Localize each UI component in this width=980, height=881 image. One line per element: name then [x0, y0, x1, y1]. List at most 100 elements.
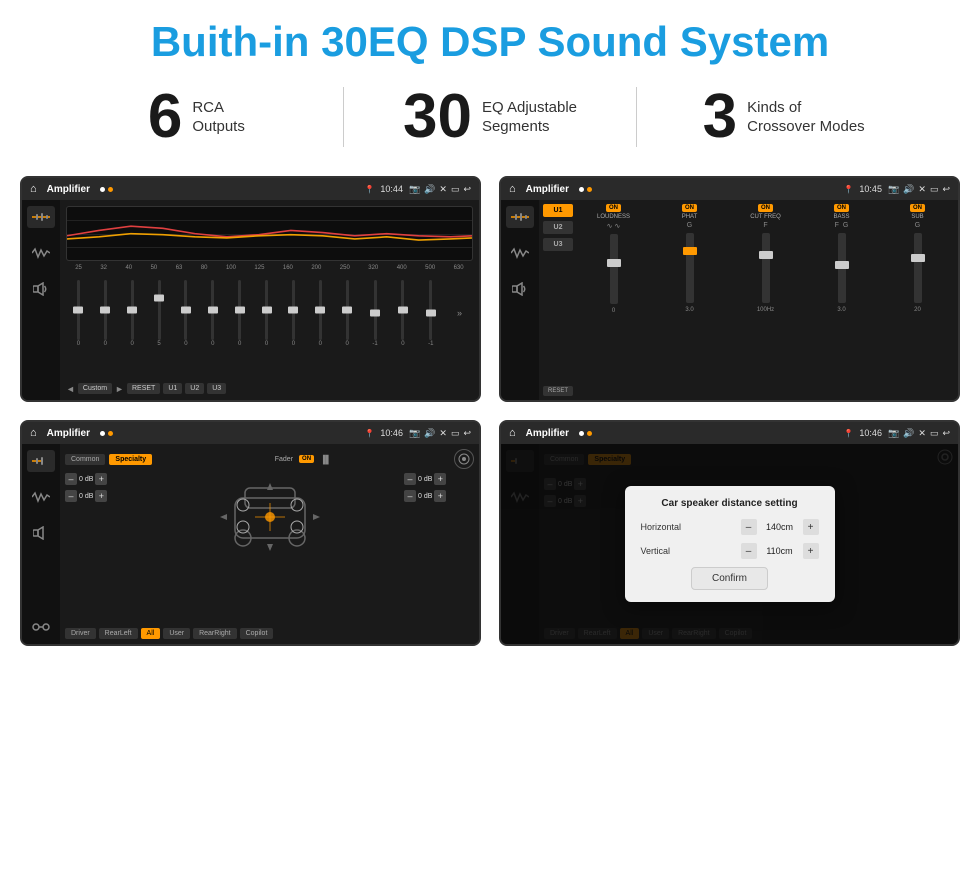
eq-slider-13[interactable]: 0 [401, 273, 404, 353]
amp-topbar-icons: 📷 🔊 ✕ ▭ ↩ [888, 184, 950, 195]
eq-slider-10[interactable]: 0 [319, 273, 322, 353]
dialog-status-dot-2 [587, 431, 592, 436]
fader-location-icon: 📍 [364, 429, 374, 438]
dialog-horizontal-minus[interactable]: – [741, 519, 757, 535]
fader-tab-common[interactable]: Common [65, 454, 105, 465]
amp-cutfreq-label: CUT FREQ [750, 214, 781, 220]
fader-status-dot-2 [108, 431, 113, 436]
fader-plus-2[interactable]: + [95, 490, 107, 502]
eq-slider-1[interactable]: 0 [77, 273, 80, 353]
dialog-topbar-time: 10:46 [859, 428, 882, 438]
eq-u2-btn[interactable]: U2 [185, 383, 204, 394]
eq-next-btn[interactable]: ► [115, 384, 124, 394]
dialog-horizontal-plus[interactable]: + [803, 519, 819, 535]
fader-plus-4[interactable]: + [434, 490, 446, 502]
amp-phat-slider[interactable] [686, 233, 694, 303]
amp-sidebar-wave[interactable] [506, 242, 534, 264]
amp-bass-on[interactable]: ON [834, 204, 849, 212]
eq-slider-9[interactable]: 0 [292, 273, 295, 353]
fader-on-badge: ON [299, 455, 314, 463]
fader-sidebar-speaker[interactable] [27, 522, 55, 544]
fader-camera-icon: 📷 [409, 428, 420, 439]
amp-preset-u1[interactable]: U1 [543, 204, 573, 217]
eq-slider-12[interactable]: -1 [372, 273, 377, 353]
fader-sidebar-balance[interactable] [27, 616, 55, 638]
fader-minus-4[interactable]: – [404, 490, 416, 502]
eq-slider-8[interactable]: 0 [265, 273, 268, 353]
fader-minus-3[interactable]: – [404, 473, 416, 485]
eq-slider-2[interactable]: 0 [104, 273, 107, 353]
eq-custom-btn[interactable]: Custom [78, 383, 112, 394]
eq-u3-btn[interactable]: U3 [207, 383, 226, 394]
eq-u1-btn[interactable]: U1 [163, 383, 182, 394]
amp-loudness-on[interactable]: ON [606, 204, 621, 212]
fader-btn-copilot[interactable]: Copilot [240, 628, 274, 639]
fader-btn-user[interactable]: User [163, 628, 190, 639]
eq-reset-btn[interactable]: RESET [127, 383, 160, 394]
stat-rca-text: RCA Outputs [192, 98, 245, 137]
stat-eq-text: EQ Adjustable Segments [482, 98, 577, 137]
dialog-vertical-label: Vertical [641, 546, 701, 556]
amp-cutfreq-slider[interactable] [762, 233, 770, 303]
dialog-home-icon: ⌂ [509, 427, 516, 439]
fader-btn-rearright[interactable]: RearRight [193, 628, 237, 639]
fader-minus-1[interactable]: – [65, 473, 77, 485]
stat-crossover-number: 3 [703, 86, 737, 148]
amp-sub-slider[interactable] [914, 233, 922, 303]
fader-db-value-1: 0 dB [79, 476, 93, 483]
amp-preset-u3[interactable]: U3 [543, 238, 573, 251]
amp-main: U1 U2 U3 RESET ON LOUDNESS ∿∿ [539, 200, 958, 400]
amp-phat-label: PHAT [682, 214, 698, 220]
eq-slider-14[interactable]: -1 [428, 273, 433, 353]
camera-icon: 📷 [409, 184, 420, 195]
amp-bass-slider[interactable] [838, 233, 846, 303]
dialog-vertical-plus[interactable]: + [803, 543, 819, 559]
eq-slider-6[interactable]: 0 [211, 273, 214, 353]
amp-cutfreq-on[interactable]: ON [758, 204, 773, 212]
eq-slider-4[interactable]: 5 [157, 273, 160, 353]
eq-sidebar-speaker[interactable] [27, 278, 55, 300]
fader-tab-specialty[interactable]: Specialty [109, 454, 152, 465]
fader-sidebar [22, 444, 60, 644]
dialog-vertical-minus[interactable]: – [741, 543, 757, 559]
eq-more-icon[interactable]: » [457, 308, 462, 318]
amp-sidebar-eq[interactable] [506, 206, 534, 228]
amp-phat-on[interactable]: ON [682, 204, 697, 212]
amp-reset-btn[interactable]: RESET [543, 386, 573, 396]
fader-sidebar-eq[interactable] [27, 450, 55, 472]
fader-btn-driver[interactable]: Driver [65, 628, 96, 639]
amp-loudness: ON LOUDNESS ∿∿ 0 [577, 204, 650, 396]
amp-minimize-icon: ▭ [930, 184, 939, 195]
fader-plus-1[interactable]: + [95, 473, 107, 485]
amp-loudness-slider[interactable] [610, 234, 618, 304]
stat-divider-1 [343, 87, 344, 147]
fader-sidebar-wave[interactable] [27, 486, 55, 508]
eq-slider-5[interactable]: 0 [184, 273, 187, 353]
fader-plus-3[interactable]: + [434, 473, 446, 485]
fader-minus-2[interactable]: – [65, 490, 77, 502]
eq-prev-btn[interactable]: ◄ [66, 384, 75, 394]
fader-settings-icon[interactable] [454, 449, 474, 469]
amp-loudness-label: LOUDNESS [597, 214, 630, 220]
fader-volume-icon: 🔊 [424, 428, 435, 439]
fader-topbar-time: 10:46 [380, 428, 403, 438]
dialog-topbar-title: Amplifier [526, 428, 569, 439]
eq-graph [66, 206, 473, 261]
dialog-vertical-controls: – 110cm + [741, 543, 819, 559]
fader-bars-icon: ▐▌ [320, 455, 331, 464]
amp-sidebar-speaker[interactable] [506, 278, 534, 300]
amp-content: U1 U2 U3 RESET ON LOUDNESS ∿∿ [501, 200, 958, 400]
volume-icon: 🔊 [424, 184, 435, 195]
eq-sidebar-eq[interactable] [27, 206, 55, 228]
eq-sliders: 0 0 0 5 0 0 0 0 0 0 0 -1 0 -1 » [66, 273, 473, 353]
amp-preset-u2[interactable]: U2 [543, 221, 573, 234]
eq-slider-7[interactable]: 0 [238, 273, 241, 353]
eq-slider-11[interactable]: 0 [346, 273, 349, 353]
confirm-button[interactable]: Confirm [691, 567, 768, 590]
eq-sidebar-wave[interactable] [27, 242, 55, 264]
amp-sub-on[interactable]: ON [910, 204, 925, 212]
fader-btn-all[interactable]: All [141, 628, 161, 639]
eq-slider-3[interactable]: 0 [131, 273, 134, 353]
fader-btn-rearleft[interactable]: RearLeft [99, 628, 138, 639]
fader-right: – 0 dB + – 0 dB + [404, 473, 474, 624]
